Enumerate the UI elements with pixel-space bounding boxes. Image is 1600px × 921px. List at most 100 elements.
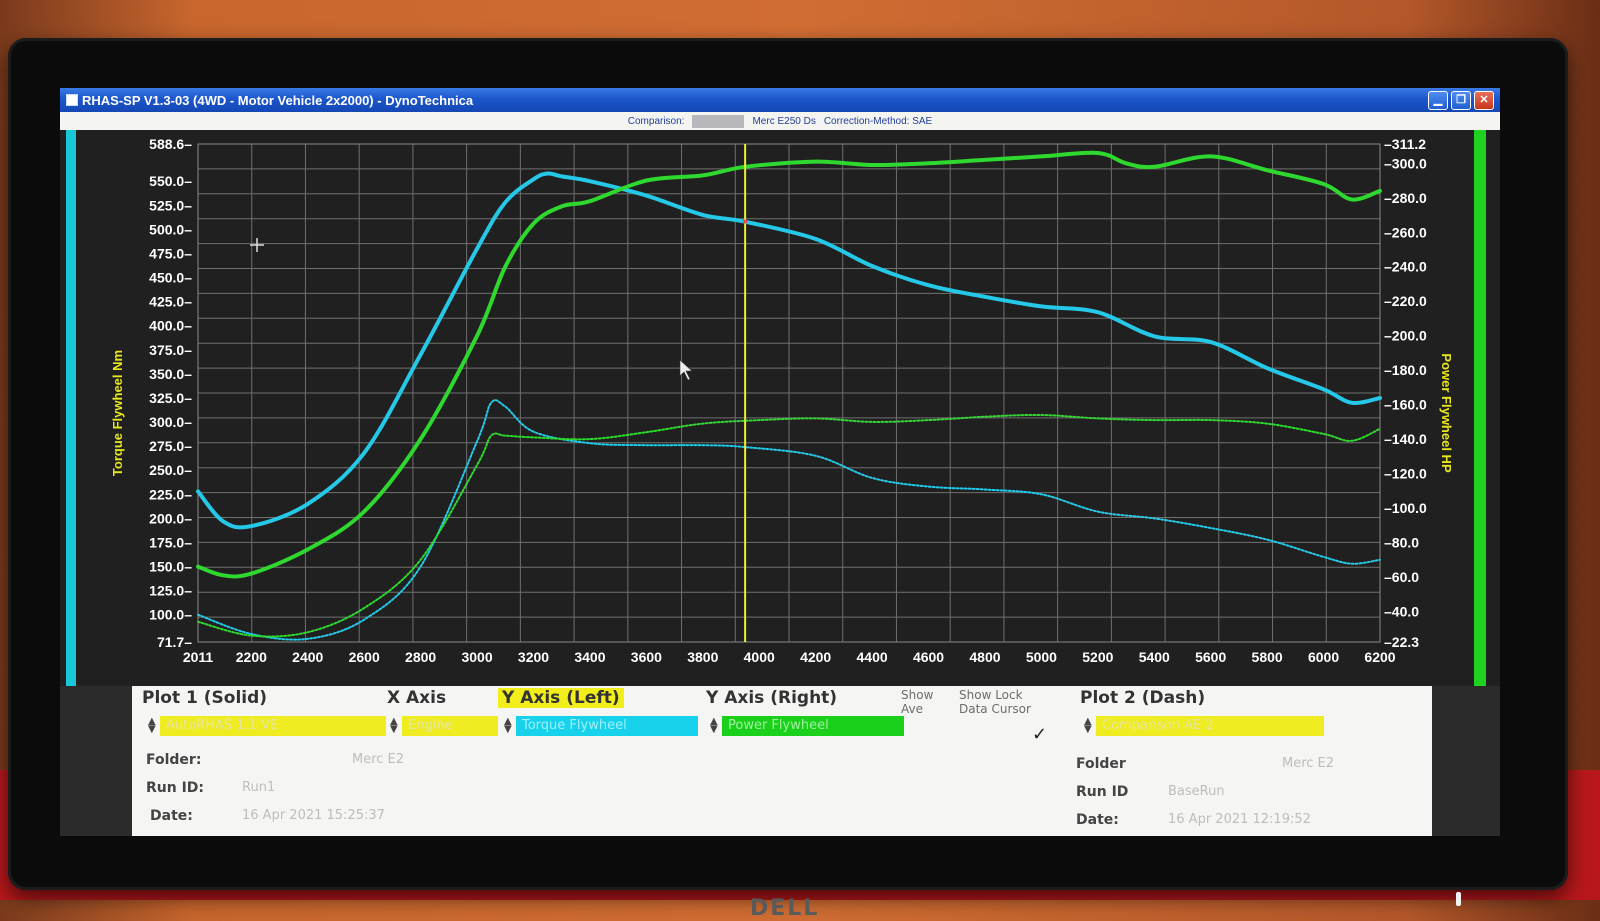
show-data-cursor-label: Show Lock Data Cursor — [959, 688, 1031, 716]
y-left-spinner[interactable]: ▲ ▼ — [504, 717, 512, 735]
y-left-tick-label: 125.0– — [149, 583, 192, 599]
x-axis-header: X Axis — [387, 688, 447, 708]
x-tick-label: 3200 — [518, 649, 549, 665]
plot2-runid-label: Run ID — [1076, 784, 1129, 800]
x-tick-label: 2400 — [292, 649, 323, 665]
power-led — [1456, 892, 1461, 906]
y-left-tick-label: 588.6– — [149, 136, 192, 152]
right-axis-color-bar — [1474, 130, 1486, 686]
y-right-tick-label: –22.3 — [1384, 634, 1419, 650]
plot1-spinner[interactable]: ▲ ▼ — [148, 717, 156, 735]
redacted-block — [692, 114, 745, 128]
app-icon — [66, 94, 78, 106]
x-tick-label: 3800 — [687, 649, 718, 665]
left-axis-color-bar — [66, 130, 76, 686]
x-tick-label: 3400 — [574, 649, 605, 665]
comparison-info-bar: Comparison: Merc E250 Ds Correction-Meth… — [60, 112, 1500, 130]
comparison-value: Merc E250 Ds — [752, 115, 816, 127]
minimize-button[interactable]: ▁ — [1428, 91, 1448, 110]
dyno-chart: 588.6– 550.0– 525.0– 500.0– 475.0– 450.0– 425.… — [60, 130, 1500, 686]
y-axis-left-header: Y Axis (Left) — [498, 688, 624, 708]
y-left-tick-label: 300.0– — [149, 414, 192, 430]
x-axis-spinner[interactable]: ▲ ▼ — [390, 717, 398, 735]
y-left-tick-label: 175.0– — [149, 534, 192, 550]
x-tick-label: 6200 — [1364, 649, 1395, 665]
data-cursor-marker — [743, 219, 748, 224]
plot1-date-value: 16 Apr 2021 15:25:37 — [242, 808, 385, 823]
y-left-tick-label: 100.0– — [149, 607, 192, 623]
y-left-tick-label: 250.0– — [149, 462, 192, 478]
x-tick-label: 4400 — [857, 649, 888, 665]
close-button[interactable]: ✕ — [1474, 91, 1494, 110]
y-left-tick-label: 475.0– — [149, 245, 192, 261]
y-right-tick-label: –311.2 — [1384, 136, 1426, 152]
chart-background — [60, 130, 1500, 686]
plot2-folder-value: Merc E2 — [1282, 756, 1335, 771]
x-tick-label: 5000 — [1026, 649, 1057, 665]
plot2-spinner[interactable]: ▲ ▼ — [1084, 717, 1092, 735]
x-tick-label: 3000 — [461, 649, 492, 665]
y-left-tick-label: 500.0– — [149, 221, 192, 237]
y-right-tick-label: –220.0 — [1384, 293, 1427, 309]
comparison-label: Comparison: — [627, 115, 685, 127]
y-left-tick-label: 425.0– — [149, 294, 192, 310]
y-right-tick-label: –240.0 — [1384, 259, 1427, 275]
data-cursor-checkbox[interactable]: ✓ — [1032, 724, 1047, 745]
y-right-axis-title: Power Flywheel HP — [1439, 353, 1454, 473]
app-window: RHAS-SP V1.3-03 (4WD - Motor Vehicle 2x2… — [60, 88, 1500, 836]
x-tick-label: 5200 — [1082, 649, 1113, 665]
x-tick-label: 4600 — [913, 649, 944, 665]
plot1-folder-label: Folder: — [146, 752, 202, 768]
y-left-tick-label: 550.0– — [149, 173, 192, 189]
y-left-tick-label: 375.0– — [149, 342, 192, 358]
y-axis-left-select[interactable]: Torque Flywheel — [516, 716, 698, 736]
y-left-tick-label: 200.0– — [149, 510, 192, 526]
y-left-tick-label: 325.0– — [149, 390, 192, 406]
y-right-tick-label: –80.0 — [1384, 535, 1419, 551]
plot1-folder-value: Merc E2 — [352, 752, 405, 767]
plot2-select[interactable]: Comparison AE 2 — [1096, 716, 1324, 736]
show-ave-label: Show Ave — [901, 688, 934, 716]
y-right-tick-label: –140.0 — [1384, 431, 1427, 447]
y-left-tick-label: 350.0– — [149, 366, 192, 382]
x-tick-label: 5800 — [1252, 649, 1283, 665]
plot2-date-label: Date: — [1076, 812, 1119, 828]
y-right-tick-label: –200.0 — [1384, 328, 1427, 344]
y-right-spinner[interactable]: ▲ ▼ — [710, 717, 718, 735]
x-tick-label: 4200 — [800, 649, 831, 665]
y-right-tick-label: –280.0 — [1384, 190, 1427, 206]
x-tick-label: 5600 — [1195, 649, 1226, 665]
window-titlebar: RHAS-SP V1.3-03 (4WD - Motor Vehicle 2x2… — [60, 88, 1500, 112]
x-axis-select[interactable]: Engine — [402, 716, 498, 736]
y-left-tick-label: 71.7– — [157, 634, 192, 650]
plot2-header: Plot 2 (Dash) — [1080, 688, 1206, 708]
plot1-date-label: Date: — [150, 808, 193, 824]
y-right-tick-label: –300.0 — [1384, 155, 1427, 171]
y-left-tick-label: 225.0– — [149, 486, 192, 502]
correction-method: Correction-Method: SAE — [823, 115, 933, 127]
y-right-tick-label: –60.0 — [1384, 569, 1419, 585]
x-tick-label: 6000 — [1308, 649, 1339, 665]
y-axis-right-header: Y Axis (Right) — [706, 688, 838, 708]
y-right-tick-label: –120.0 — [1384, 466, 1427, 482]
y-right-tick-label: –180.0 — [1384, 362, 1427, 378]
x-tick-label: 2600 — [349, 649, 380, 665]
x-tick-label: 2011 — [183, 649, 214, 665]
x-tick-label: 3600 — [631, 649, 662, 665]
y-left-tick-label: 275.0– — [149, 438, 192, 454]
plot1-runid-value: Run1 — [242, 780, 276, 795]
y-axis-right-select[interactable]: Power Flywheel — [722, 716, 904, 736]
plot-settings-panel: Plot 1 (Solid) X Axis Y Axis (Left) Y Ax… — [132, 686, 1432, 836]
plot1-header: Plot 1 (Solid) — [142, 688, 268, 708]
y-right-tick-label: –260.0 — [1384, 224, 1427, 240]
x-tick-label: 5400 — [1139, 649, 1170, 665]
x-tick-label: 2200 — [236, 649, 267, 665]
y-left-axis-title: Torque Flywheel Nm — [110, 350, 125, 476]
maximize-button[interactable]: ❐ — [1451, 91, 1471, 110]
plot1-select[interactable]: AutoRHAS 1.1 VE — [160, 716, 386, 736]
y-left-tick-label: 450.0– — [149, 270, 192, 286]
window-controls: ▁ ❐ ✕ — [1428, 91, 1494, 110]
window-title: RHAS-SP V1.3-03 (4WD - Motor Vehicle 2x2… — [82, 92, 474, 108]
y-left-tick-label: 525.0– — [149, 197, 192, 213]
y-right-tick-label: –40.0 — [1384, 603, 1419, 619]
